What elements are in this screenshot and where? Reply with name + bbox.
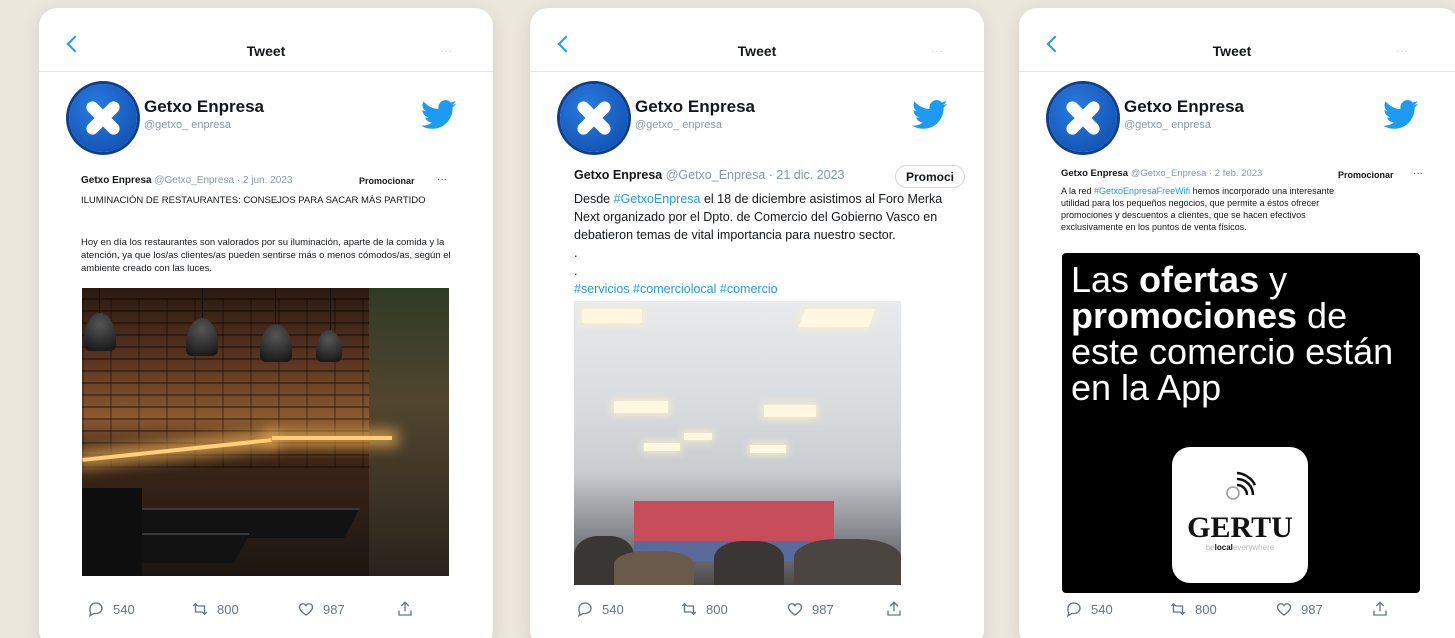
tweet-author[interactable]: Getxo Enpresa bbox=[81, 175, 152, 186]
tweet-body: Desde #GetxoEnpresa el 18 de diciembre a… bbox=[574, 190, 984, 298]
tweet-author[interactable]: Getxo Enpresa bbox=[574, 168, 662, 182]
reply-count: 540 bbox=[1091, 601, 1113, 617]
reply-icon bbox=[1066, 602, 1081, 618]
hashtag-link[interactable]: #GetxoEnpresa bbox=[614, 192, 701, 206]
more-options-icon[interactable]: ··· bbox=[440, 46, 453, 57]
reply-button[interactable]: 540 bbox=[87, 600, 135, 618]
like-button[interactable]: 987 bbox=[786, 600, 834, 618]
reply-count: 540 bbox=[602, 601, 624, 617]
avatar[interactable] bbox=[1049, 84, 1117, 152]
promote-button[interactable]: Promocionar bbox=[359, 176, 415, 186]
tweet-body: A la red #GetxoEnpresaFreeWifi hemos inc… bbox=[1061, 186, 1335, 232]
reply-button[interactable]: 540 bbox=[576, 600, 624, 618]
retweet-icon bbox=[681, 602, 697, 616]
more-options-icon[interactable]: ··· bbox=[931, 46, 944, 57]
gertu-app-logo: GERTU belocaleverywhere bbox=[1172, 447, 1308, 583]
promo-headline-3: este comercio están bbox=[1071, 331, 1394, 372]
share-button[interactable] bbox=[1371, 600, 1389, 618]
like-count: 987 bbox=[812, 601, 834, 617]
heart-icon bbox=[298, 603, 314, 616]
tweet-topbar: Tweet ··· bbox=[530, 8, 984, 72]
like-button[interactable]: 987 bbox=[1275, 600, 1323, 618]
tweet-meta[interactable]: @Getxo_Enpresa · 2 feb. 2023 bbox=[1131, 168, 1263, 179]
profile-name[interactable]: Getxo Enpresa bbox=[144, 97, 264, 117]
promo-headline-4: en la App bbox=[1071, 367, 1222, 408]
profile-handle[interactable]: @getxo_ enpresa bbox=[635, 119, 722, 131]
share-icon bbox=[887, 601, 901, 616]
profile-name[interactable]: Getxo Enpresa bbox=[635, 97, 755, 117]
profile-handle[interactable]: @getxo_ enpresa bbox=[1124, 119, 1211, 131]
like-count: 987 bbox=[1301, 601, 1323, 617]
promo-image[interactable]: Las ofertas y promociones de este comerc… bbox=[1062, 253, 1420, 593]
twitter-bird-icon bbox=[1383, 100, 1419, 129]
topbar-title: Tweet bbox=[246, 43, 286, 59]
heart-icon bbox=[787, 603, 803, 616]
tweet-headline: ILUMINACIÓN DE RESTAURANTES: CONSEJOS PA… bbox=[81, 195, 426, 206]
retweet-button[interactable]: 800 bbox=[680, 600, 728, 618]
profile-header: Getxo Enpresa @getxo_ enpresa bbox=[1019, 72, 1455, 158]
promo-headline-2: promociones de bbox=[1071, 295, 1348, 336]
tweet-actions: 540 800 987 bbox=[1019, 600, 1455, 624]
profile-header: Getxo Enpresa @getxo_ enpresa bbox=[39, 72, 493, 158]
share-icon bbox=[1373, 601, 1387, 616]
promote-button[interactable]: Promoci bbox=[895, 165, 966, 188]
profile-name[interactable]: Getxo Enpresa bbox=[1124, 97, 1244, 117]
tweet-header: Getxo Enpresa @Getxo_Enpresa · 2 feb. 20… bbox=[1061, 168, 1262, 179]
x-logo-icon bbox=[84, 99, 122, 137]
retweet-button[interactable]: 800 bbox=[1169, 600, 1217, 618]
gertu-brand: GERTU bbox=[1187, 511, 1293, 544]
tweet-topbar: Tweet ··· bbox=[1019, 8, 1455, 72]
profile-handle[interactable]: @getxo_ enpresa bbox=[144, 119, 231, 131]
tweet-more-icon[interactable]: ··· bbox=[1413, 168, 1423, 179]
share-button[interactable] bbox=[396, 600, 414, 618]
tweet-more-icon[interactable]: ··· bbox=[437, 174, 447, 185]
restaurant-photo[interactable] bbox=[82, 288, 449, 576]
tweet-actions: 540 800 987 bbox=[530, 600, 984, 624]
tweet-actions: 540 800 987 bbox=[39, 600, 493, 624]
promote-button[interactable]: Promocionar bbox=[1338, 170, 1394, 180]
like-count: 987 bbox=[323, 601, 345, 617]
avatar[interactable] bbox=[69, 84, 137, 152]
tweet-author[interactable]: Getxo Enpresa bbox=[1061, 168, 1128, 179]
more-options-icon[interactable]: ··· bbox=[1396, 46, 1409, 57]
reply-button[interactable]: 540 bbox=[1065, 600, 1113, 618]
topbar-title: Tweet bbox=[1212, 43, 1252, 59]
wifi-fingerprint-icon bbox=[1226, 471, 1256, 500]
hashtags-link[interactable]: #servicios #comerciolocal #comercio bbox=[574, 280, 984, 298]
twitter-bird-icon bbox=[421, 100, 457, 129]
reply-icon bbox=[577, 602, 592, 618]
retweet-count: 800 bbox=[217, 601, 239, 617]
promo-headline-1: Las ofertas y bbox=[1071, 259, 1288, 300]
retweet-count: 800 bbox=[706, 601, 728, 617]
share-button[interactable] bbox=[885, 600, 903, 618]
retweet-button[interactable]: 800 bbox=[191, 600, 239, 618]
gertu-tagline: belocaleverywhere bbox=[1205, 543, 1275, 552]
topbar-title: Tweet bbox=[737, 43, 777, 59]
tweet-topbar: Tweet ··· bbox=[39, 8, 493, 72]
tweet-body: Hoy en día los restaurantes son valorado… bbox=[81, 237, 451, 274]
heart-icon bbox=[1276, 603, 1292, 616]
profile-header: Getxo Enpresa @getxo_ enpresa bbox=[530, 72, 984, 158]
like-button[interactable]: 987 bbox=[297, 600, 345, 618]
tweet-card-1: Tweet ··· Getxo Enpresa @getxo_ enpresa … bbox=[39, 8, 493, 638]
tweet-header: Getxo Enpresa @Getxo_Enpresa · 2 jun. 20… bbox=[81, 175, 292, 186]
reply-icon bbox=[88, 602, 103, 618]
tweet-card-2: Tweet ··· Getxo Enpresa @getxo_ enpresa … bbox=[530, 8, 984, 638]
avatar[interactable] bbox=[560, 84, 628, 152]
x-logo-icon bbox=[1064, 99, 1102, 137]
stage-screen bbox=[634, 501, 834, 541]
retweet-icon bbox=[192, 602, 208, 616]
tweet-header: Getxo Enpresa @Getxo_Enpresa · 21 dic. 2… bbox=[574, 168, 845, 182]
retweet-icon bbox=[1170, 602, 1186, 616]
retweet-count: 800 bbox=[1195, 601, 1217, 617]
x-logo-icon bbox=[575, 99, 613, 137]
share-icon bbox=[398, 601, 412, 616]
hashtag-link[interactable]: #GetxoEnpresaFreeWifi bbox=[1094, 186, 1190, 196]
reply-count: 540 bbox=[113, 601, 135, 617]
twitter-bird-icon bbox=[912, 100, 948, 129]
tweet-meta[interactable]: @Getxo_Enpresa · 2 jun. 2023 bbox=[154, 175, 292, 186]
tweet-card-3: Tweet ··· Getxo Enpresa @getxo_ enpresa … bbox=[1019, 8, 1455, 638]
conference-photo[interactable] bbox=[574, 301, 901, 585]
tweet-meta[interactable]: @Getxo_Enpresa · 21 dic. 2023 bbox=[666, 168, 845, 182]
